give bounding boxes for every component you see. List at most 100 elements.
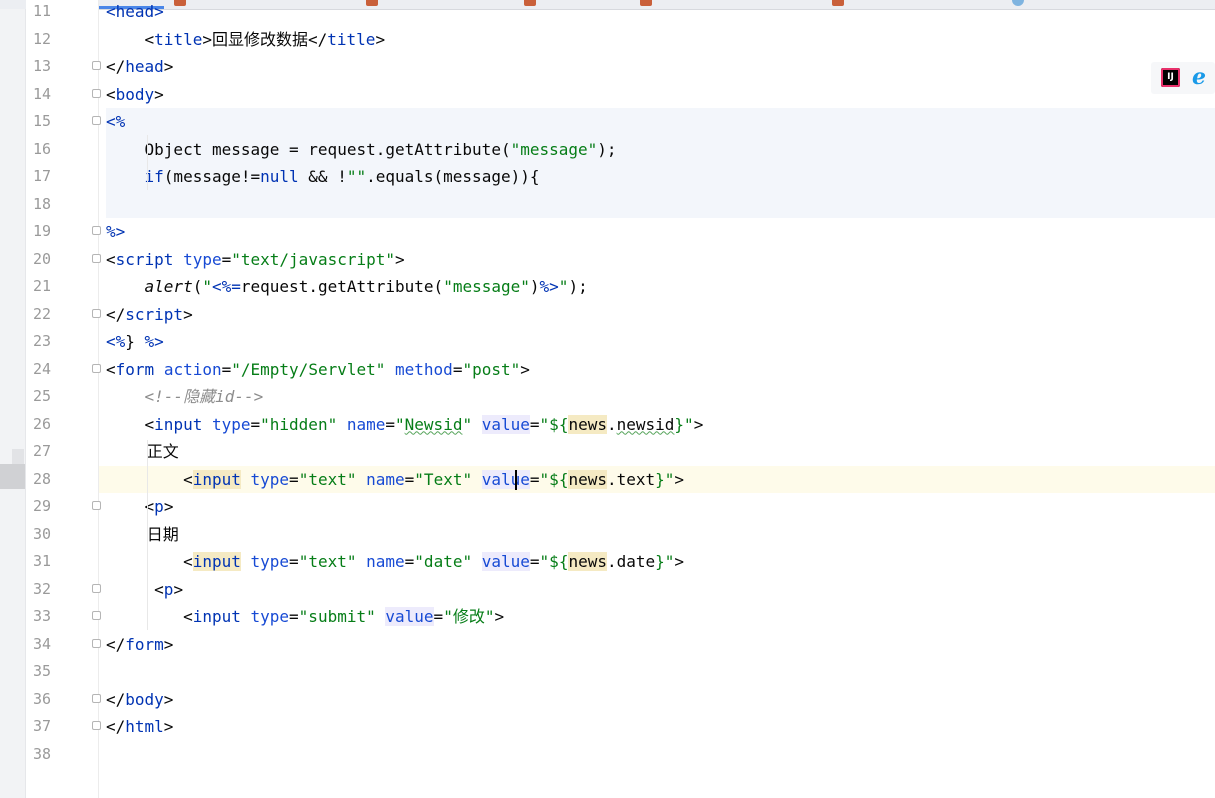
line-number: 23 [32,332,51,350]
code-line[interactable]: 31 <input type="text" name="date" value=… [0,548,1215,576]
code-token: method [395,359,453,379]
code-text: </body> [106,686,173,714]
code-line[interactable]: 32 <p> [0,576,1215,604]
code-token: p [154,497,164,516]
fold-marker-icon[interactable] [92,501,101,510]
code-line[interactable]: 15 <% [0,108,1215,136]
code-token: <!--隐藏id--> [106,387,264,406]
line-number: 12 [32,29,51,48]
code-token: "" [346,167,367,186]
code-line[interactable]: 36 </body> [0,686,1215,714]
code-line[interactable]: 30 日期 [0,521,1215,549]
fold-marker-icon[interactable] [92,638,101,648]
code-line[interactable]: 26 <input type="hidden" name="Newsid" va… [0,411,1215,439]
code-token: < [106,552,193,571]
fold-marker-icon[interactable] [92,116,101,125]
code-token: news [568,552,607,571]
code-token: <%= [211,277,241,296]
code-line[interactable]: 20 <script type="text/javascript"> [0,246,1215,274]
code-token: </ [106,57,126,76]
code-line[interactable]: 21 alert("<%=request.getAttribute("messa… [0,273,1215,301]
line-number: 31 [32,552,51,570]
code-line[interactable]: 25 <!--隐藏id--> [0,383,1215,411]
code-line[interactable]: 27 正文 [0,438,1215,466]
code-line[interactable]: 11 <head> [0,0,1215,26]
code-token: ( [192,277,203,296]
code-token: > [154,2,164,21]
code-token: if [106,167,164,186]
line-number: 11 [32,2,51,20]
code-token: .equals(message)){ [366,167,540,186]
code-text: <!--隐藏id--> [106,383,264,411]
code-text: </head> [106,53,173,81]
text-caret [515,470,517,490]
line-number: 18 [32,194,51,213]
code-line[interactable]: 13 </head> [0,53,1215,81]
code-token: name [366,552,405,571]
code-token: body [115,84,155,104]
code-token: %> [106,222,126,241]
browser-preview-bar: IJ e [1151,62,1215,94]
code-line[interactable]: 37 </html> [0,713,1215,741]
code-text: <p> [106,493,174,521]
code-token: > [693,414,704,434]
fold-marker-icon[interactable] [92,363,101,373]
code-line[interactable]: 18 [0,190,1215,218]
code-token: = [529,414,540,434]
line-number: 27 [32,442,51,460]
code-token: type [183,249,222,269]
line-number: 34 [32,634,51,653]
code-line[interactable]: 29 <p> [0,493,1215,521]
line-number: 13 [32,57,51,75]
code-line[interactable]: 12 <title>回显修改数据</title> [0,26,1215,54]
code-text: <input type="hidden" name="Newsid" value… [106,411,703,439]
code-token: </ [106,689,126,709]
code-line[interactable]: 33 <input type="submit" value="修改"> [0,603,1215,631]
line-number: 24 [32,359,51,378]
code-token: }" [655,552,675,571]
code-token: script [125,304,184,324]
code-token: <% [106,332,126,351]
fold-marker-icon[interactable] [92,611,101,620]
code-token: } [125,332,145,351]
fold-marker-icon[interactable] [92,253,101,263]
code-token: %> [144,332,164,351]
code-token: %> [539,277,559,296]
code-line[interactable]: 19 %> [0,218,1215,246]
code-token: "${ [539,469,569,489]
intellij-browser-icon[interactable]: IJ [1161,68,1180,87]
code-token: "text" [298,469,357,489]
code-token: > [163,634,174,654]
fold-marker-icon[interactable] [92,61,101,70]
code-line[interactable]: 23 <%} %> [0,328,1215,356]
code-token: < [106,84,116,104]
code-line[interactable]: 17 if(message!=null && !"".equals(messag… [0,163,1215,191]
code-text: 日期 [106,521,179,549]
code-token: name [366,469,405,489]
code-text: <p> [106,576,183,604]
code-token: "/Empty/Servlet" [231,359,386,379]
line-number: 21 [32,277,51,295]
code-line[interactable]: 22 </script> [0,301,1215,329]
code-line[interactable]: 34 </form> [0,631,1215,659]
internet-explorer-icon[interactable]: e [1187,65,1211,89]
fold-marker-icon[interactable] [92,308,101,318]
fold-marker-icon[interactable] [92,583,101,593]
code-token: value [481,552,530,571]
code-line[interactable]: 28 <input type="text" name="Text" value=… [0,465,1215,494]
fold-marker-icon[interactable] [92,88,101,98]
code-text: <input type="text" name="Text" value="${… [106,466,684,494]
fold-marker-icon[interactable] [92,721,101,730]
code-token: form [115,359,164,379]
code-line[interactable]: 38 [0,741,1215,769]
code-line[interactable]: 16 Object message = request.getAttribute… [0,135,1215,163]
code-token: " [443,607,453,626]
code-token: }" [655,469,675,489]
code-line[interactable]: 14 <body> [0,81,1215,109]
fold-marker-icon[interactable] [92,226,101,235]
fold-marker-icon[interactable] [92,693,101,703]
code-line[interactable]: 35 [0,658,1215,686]
line-number: 26 [32,414,51,433]
code-token: = [404,469,415,489]
code-line[interactable]: 24 <form action="/Empty/Servlet" method="… [0,356,1215,384]
